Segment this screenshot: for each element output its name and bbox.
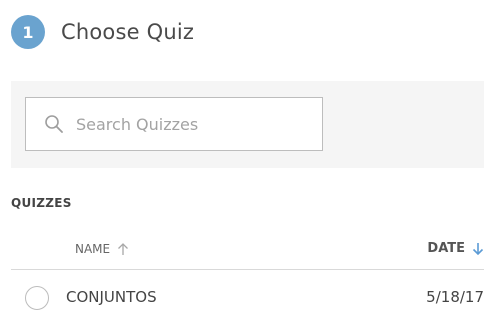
date-column-header[interactable]: DATE (427, 241, 484, 256)
step-title: Choose Quiz (61, 20, 195, 44)
table-header: NAME DATE (11, 236, 484, 270)
search-box[interactable] (25, 97, 323, 151)
quiz-radio-button[interactable] (25, 286, 49, 310)
step-number-badge: 1 (11, 15, 45, 49)
quiz-name: CONJUNTOS (66, 288, 157, 306)
search-icon (45, 115, 63, 133)
table-row[interactable]: CONJUNTOS 5/18/17 (11, 282, 484, 314)
name-column-label: NAME (75, 242, 111, 256)
quiz-date: 5/18/17 (426, 288, 484, 306)
step-header: 1 Choose Quiz (11, 15, 194, 49)
arrow-up-icon (118, 243, 129, 255)
date-column-label: DATE (427, 241, 465, 256)
search-input[interactable] (74, 113, 298, 135)
search-panel (11, 81, 484, 168)
quizzes-section-label: QUIZZES (11, 196, 72, 210)
name-column-header[interactable]: NAME (75, 242, 129, 256)
arrow-down-icon (472, 242, 484, 255)
